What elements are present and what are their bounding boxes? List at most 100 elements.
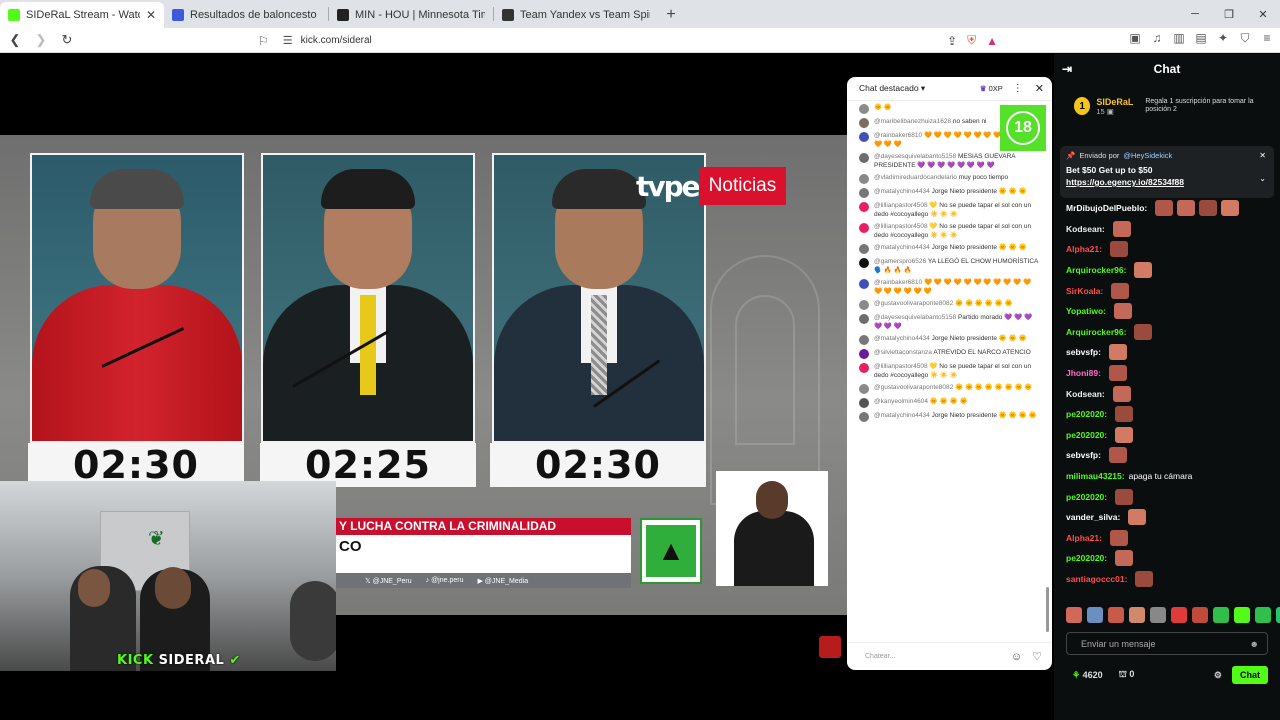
chat-username[interactable]: Arquirocker96:: [1066, 327, 1126, 337]
social-handle: ♪ @jne.peru: [425, 577, 464, 584]
kick-sideral-watermark: KICK SIDERAL ✔: [117, 653, 241, 668]
news-lower-third: Y LUCHA CONTRA LA CRIMINALIDAD CO: [335, 518, 631, 576]
message-username: @lillianpastor4508: [874, 202, 928, 209]
emote-icon[interactable]: [1192, 607, 1208, 623]
chat-send-button[interactable]: Chat: [1232, 666, 1268, 684]
emote-icon[interactable]: [1276, 607, 1280, 623]
chat-username[interactable]: Kodsean:: [1066, 389, 1105, 399]
heart-icon[interactable]: ♡: [1032, 650, 1042, 663]
reload-icon[interactable]: ↻: [56, 29, 78, 51]
featured-chat-input[interactable]: Chatear... ☺ ♡: [847, 642, 1052, 670]
settings-gear-icon[interactable]: ⚙: [1214, 670, 1222, 681]
avatar: [859, 412, 869, 422]
pinned-link[interactable]: https://go.egency.io/82534f88: [1066, 177, 1268, 187]
gift-sub-leaderboard[interactable]: 1 SIDeRaL 15 ▣ Regala 1 suscripción para…: [1074, 92, 1274, 120]
chat-username[interactable]: Arquirocker96:: [1066, 265, 1126, 275]
chat-username[interactable]: vander_silva:: [1066, 512, 1120, 522]
sidebar-icon[interactable]: ▥: [1172, 31, 1186, 46]
gift-count[interactable]: ⛫ 0: [1119, 669, 1214, 681]
avatar: [859, 223, 869, 233]
emote-icon[interactable]: [1234, 607, 1250, 623]
pinned-message-card[interactable]: 📌 Enviado por @HeySidekick Bet $50 Get u…: [1060, 146, 1274, 198]
close-tab-icon[interactable]: ✕: [146, 8, 156, 22]
unpin-icon[interactable]: ✕: [1259, 151, 1266, 160]
site-info-icon[interactable]: ☰: [283, 34, 293, 47]
brave-rewards-icon[interactable]: ▲: [986, 34, 998, 48]
nba-favicon-icon: [337, 9, 349, 21]
tvpe-noticias-logo: tvpe Noticias: [636, 166, 787, 206]
emote-icon: [1109, 241, 1128, 258]
chat-username[interactable]: MrDibujoDelPueblo:: [1066, 203, 1147, 213]
emoji-icon[interactable]: ☺: [1011, 651, 1022, 663]
chat-username[interactable]: Kodsean:: [1066, 224, 1105, 234]
wallet-icon[interactable]: ▤: [1194, 31, 1208, 46]
chat-message: Alpha21:: [1066, 239, 1271, 260]
chat-message-input[interactable]: Enviar un mensaje ☻: [1066, 632, 1268, 655]
chat-username[interactable]: Alpha21:: [1066, 244, 1102, 254]
message-text: ATREVIDO EL NARCO ATENCIO: [933, 349, 1031, 356]
message-username: @kanyeolmin4604: [874, 398, 928, 405]
more-options-icon[interactable]: ⋮: [1013, 83, 1023, 94]
message-text: Jorge Nieto presidente 🌞 🌞 🌞 🌞: [931, 412, 1037, 419]
chat-username[interactable]: SirKoala:: [1066, 286, 1103, 296]
emote-icon[interactable]: [1129, 607, 1145, 623]
emote-icon: [1199, 200, 1218, 217]
menu-icon[interactable]: ≡: [1260, 31, 1274, 46]
emote-icon[interactable]: [1087, 607, 1103, 623]
timer-candidate-3: 02:30: [490, 443, 706, 487]
back-icon[interactable]: ❮: [4, 29, 26, 51]
vpn-icon[interactable]: ⛉: [1238, 31, 1252, 46]
forward-icon[interactable]: ❯: [30, 29, 52, 51]
chat-username[interactable]: santiagoccc01:: [1066, 574, 1127, 584]
emote-icon[interactable]: [1108, 607, 1124, 623]
message-text: 🌞 🌞 🌞 🌞: [929, 398, 968, 405]
brave-shield-icon[interactable]: ⛨: [967, 33, 976, 48]
streamer-webcam: ❦ KICK SIDERAL ✔: [0, 481, 336, 671]
tab-baloncesto[interactable]: Resultados de baloncesto en directo: [164, 2, 328, 28]
url-text[interactable]: kick.com/sideral: [301, 35, 937, 46]
tab-min-hou[interactable]: MIN - HOU | Minnesota Timberwolves: [329, 2, 493, 28]
close-icon[interactable]: ✕: [1035, 82, 1044, 95]
chat-message: MrDibujoDelPueblo:: [1066, 198, 1271, 219]
collapse-chat-icon[interactable]: ⇥: [1062, 62, 1072, 76]
chat-username[interactable]: pe202020:: [1066, 430, 1107, 440]
emote-icon[interactable]: [1213, 607, 1229, 623]
chat-username[interactable]: pe202020:: [1066, 492, 1107, 502]
share-icon[interactable]: ⇪: [947, 34, 957, 48]
tab-sideral[interactable]: SIDeRaL Stream - Watch Live ✕: [0, 2, 164, 28]
tab-yandex-spirit[interactable]: Team Yandex vs Team Spirit - 26/03/2: [494, 2, 658, 28]
address-bar[interactable]: ⚐ ☰ kick.com/sideral ⇪ ⛨ ▲: [258, 30, 998, 51]
bookmark-icon[interactable]: ⚐: [258, 34, 269, 48]
chat-username[interactable]: milimau43215:: [1066, 471, 1125, 481]
chat-username[interactable]: pe202020:: [1066, 409, 1107, 419]
emote-icon[interactable]: [1150, 607, 1166, 623]
message-username: @vladimireduardocandelario: [874, 174, 957, 181]
avatar: [859, 132, 869, 142]
reader-icon[interactable]: ▣: [1128, 31, 1142, 46]
restore-button[interactable]: ❐: [1212, 0, 1246, 28]
esports-favicon-icon: [502, 9, 514, 21]
message-username: @matalychino4434: [874, 335, 930, 342]
music-icon[interactable]: ♫: [1150, 31, 1164, 46]
chat-username[interactable]: sebvsfp:: [1066, 450, 1101, 460]
chat-username[interactable]: sebvsfp:: [1066, 347, 1101, 357]
featured-chat-title[interactable]: Chat destacado ▾: [859, 83, 980, 94]
chat-username[interactable]: pe202020:: [1066, 553, 1107, 563]
chevron-down-icon[interactable]: ⌄: [1259, 174, 1266, 183]
chat-message: sebvsfp:: [1066, 445, 1271, 466]
minimize-button[interactable]: ─: [1178, 0, 1212, 28]
chat-message: Yopatiwo:: [1066, 301, 1271, 322]
featured-chat-scrollbar[interactable]: [1046, 587, 1049, 632]
chat-username[interactable]: Yopatiwo:: [1066, 306, 1106, 316]
emote-icon[interactable]: [1171, 607, 1187, 623]
chat-username[interactable]: Alpha21:: [1066, 533, 1102, 543]
new-tab-button[interactable]: +: [658, 2, 684, 28]
emoji-icon[interactable]: ☻: [1250, 639, 1259, 649]
emote-icon[interactable]: [1066, 607, 1082, 623]
extensions-icon[interactable]: ✦: [1216, 31, 1230, 46]
chat-username[interactable]: Jhoni89:: [1066, 368, 1101, 378]
channel-points[interactable]: ⚘ 4620: [1072, 670, 1103, 681]
message-text: muy poco tiempo: [958, 174, 1009, 181]
close-window-button[interactable]: ✕: [1246, 0, 1280, 28]
emote-icon[interactable]: [1255, 607, 1271, 623]
